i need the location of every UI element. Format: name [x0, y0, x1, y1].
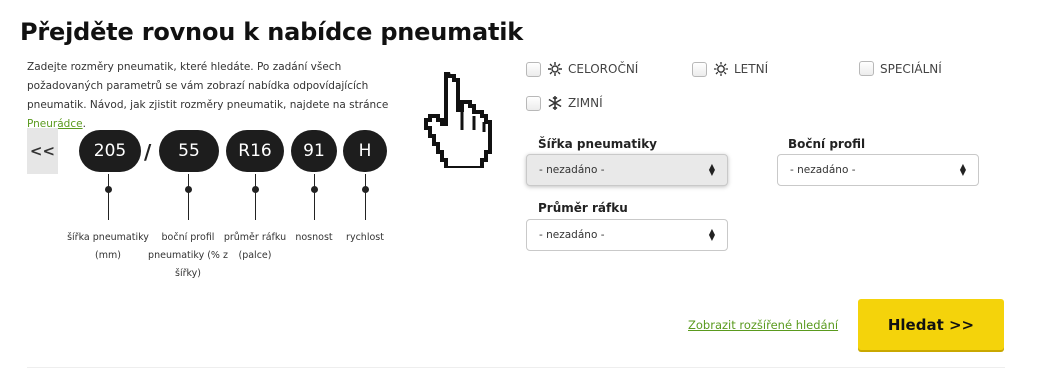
special-label: SPECIÁLNÍ — [880, 61, 942, 76]
pointing-hand-icon — [424, 72, 492, 168]
load-pointer-dot — [311, 186, 318, 193]
winter-checkbox[interactable] — [526, 95, 541, 111]
snowflake-icon — [547, 95, 563, 111]
summer-label: LETNÍ — [734, 62, 769, 76]
width-select-value: - nezadáno - — [539, 164, 605, 176]
tire-code-separator: / — [144, 140, 152, 164]
season-summer[interactable]: LETNÍ — [692, 61, 768, 77]
profile-pointer-dot — [185, 186, 192, 193]
speed-caption: rychlost — [346, 232, 384, 243]
page-title: Přejděte rovnou k nabídce pneumatik — [20, 18, 524, 46]
special-checkbox[interactable] — [859, 61, 874, 76]
season-allseason[interactable]: CELOROČNÍ — [526, 61, 638, 77]
rim-pointer-line — [255, 174, 256, 220]
rim-field-label: Průměr ráfku — [538, 201, 628, 215]
sun-icon — [713, 61, 729, 77]
summer-checkbox[interactable] — [692, 61, 707, 77]
load-pointer-line — [314, 174, 315, 220]
back-button[interactable]: << — [27, 128, 58, 174]
allseason-checkbox[interactable] — [526, 61, 541, 77]
winter-label: ZIMNÍ — [568, 96, 603, 110]
allseason-label: CELOROČNÍ — [568, 62, 639, 76]
width-field-label: Šířka pneumatiky — [538, 137, 657, 151]
rim-select-value: - nezadáno - — [539, 229, 605, 241]
season-winter[interactable]: ZIMNÍ — [526, 95, 603, 111]
width-pointer-dot — [105, 186, 112, 193]
width-caption: šířka pneumatiky (mm) — [67, 232, 149, 261]
rim-caption: průměr ráfku (palce) — [223, 232, 287, 261]
search-button[interactable]: Hledat >> — [858, 299, 1004, 350]
tire-width-pill: 205 — [79, 130, 141, 172]
select-caret-icon: ▲ ▼ — [708, 227, 715, 242]
intro-body: Zadejte rozměry pneumatik, které hledáte… — [27, 61, 389, 111]
select-caret-icon: ▲ ▼ — [708, 162, 715, 177]
advanced-search-link[interactable]: Zobrazit rozšířené hledání — [688, 318, 838, 332]
profile-select-value: - nezadáno - — [790, 164, 856, 176]
profile-field-label: Boční profil — [788, 137, 866, 151]
profile-pointer-line — [188, 174, 189, 220]
rim-pointer-dot — [252, 186, 259, 193]
width-pointer-line — [108, 174, 109, 220]
tire-rim-pill: R16 — [226, 130, 284, 172]
profile-select[interactable]: - nezadáno - ▲ ▼ — [777, 154, 979, 186]
speed-pointer-dot — [362, 186, 369, 193]
load-caption: nosnost — [295, 232, 333, 243]
speed-pointer-line — [365, 174, 366, 220]
intro-text: Zadejte rozměry pneumatik, které hledáte… — [27, 58, 399, 134]
select-caret-icon: ▲ ▼ — [959, 162, 966, 177]
rim-select[interactable]: - nezadáno - ▲ ▼ — [526, 219, 728, 251]
intro-end: . — [82, 118, 86, 130]
bottom-divider — [27, 367, 1005, 368]
tire-speed-pill: H — [343, 130, 387, 172]
season-special[interactable]: SPECIÁLNÍ — [859, 61, 942, 76]
width-select[interactable]: - nezadáno - ▲ ▼ — [526, 154, 728, 186]
tire-profile-pill: 55 — [159, 130, 219, 172]
sun-snowflake-icon — [547, 61, 563, 77]
tire-load-pill: 91 — [291, 130, 337, 172]
